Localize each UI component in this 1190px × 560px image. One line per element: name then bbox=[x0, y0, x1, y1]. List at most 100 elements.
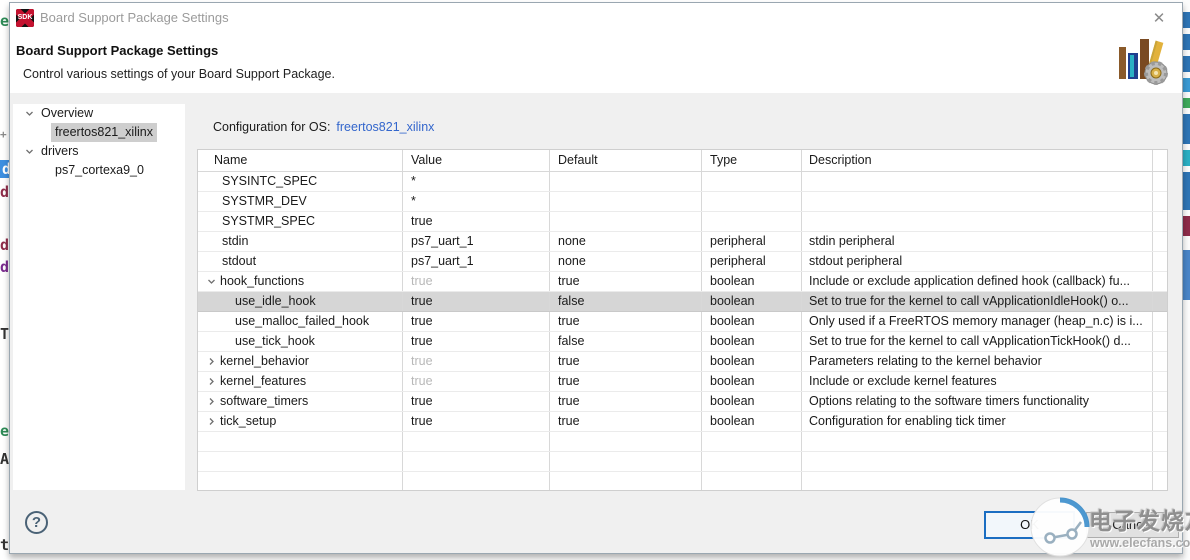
screen: e + d d d d T e A t SDK Board Support Pa… bbox=[0, 0, 1190, 560]
table-cell bbox=[802, 452, 1153, 471]
table-row-stdin[interactable]: stdinps7_uart_1noneperipheralstdin perip… bbox=[198, 232, 1167, 252]
table-cell: Configuration for enabling tick timer bbox=[802, 412, 1153, 431]
table-cell: Include or exclude kernel features bbox=[802, 372, 1153, 391]
table-cell bbox=[550, 472, 702, 491]
table-cell: boolean bbox=[702, 352, 802, 371]
table-cell bbox=[1153, 212, 1167, 231]
table-cell: true bbox=[550, 412, 702, 431]
chevron-right-icon[interactable] bbox=[207, 397, 220, 406]
table-cell bbox=[550, 212, 702, 231]
table-row-SYSINTC_SPEC[interactable]: SYSINTC_SPEC* bbox=[198, 172, 1167, 192]
table-cell: boolean bbox=[702, 372, 802, 391]
chevron-down-icon[interactable] bbox=[207, 277, 220, 286]
table-row-use_idle_hook[interactable]: use_idle_hooktruefalsebooleanSet to true… bbox=[198, 292, 1167, 312]
table-row-kernel_behavior[interactable]: kernel_behaviortruetruebooleanParameters… bbox=[198, 352, 1167, 372]
page-title: Board Support Package Settings bbox=[16, 43, 218, 58]
table-cell: Set to true for the kernel to call vAppl… bbox=[802, 292, 1153, 311]
table-row-SYSTMR_DEV[interactable]: SYSTMR_DEV* bbox=[198, 192, 1167, 212]
table-cell: none bbox=[550, 252, 702, 271]
chevron-down-icon[interactable] bbox=[21, 147, 37, 156]
sidebar-item-freertos821_xilinx[interactable]: freertos821_xilinx bbox=[13, 123, 185, 142]
table-cell: boolean bbox=[702, 312, 802, 331]
close-icon[interactable]: ✕ bbox=[1148, 8, 1170, 30]
column-header-filler bbox=[1153, 150, 1167, 171]
settings-table: Name Value Default Type Description SYSI… bbox=[197, 149, 1168, 491]
chevron-right-icon[interactable] bbox=[207, 377, 220, 386]
table-cell bbox=[802, 432, 1153, 451]
setting-name-cell: SYSTMR_DEV bbox=[198, 192, 403, 211]
setting-name-cell: stdout bbox=[198, 252, 403, 271]
table-cell bbox=[1153, 172, 1167, 191]
chevron-down-icon[interactable] bbox=[21, 109, 37, 118]
help-button[interactable]: ? bbox=[25, 511, 48, 534]
table-cell bbox=[198, 432, 403, 451]
tree-item-label: Overview bbox=[37, 104, 97, 123]
table-cell: Options relating to the software timers … bbox=[802, 392, 1153, 411]
table-cell bbox=[1153, 272, 1167, 291]
table-cell: Include or exclude application defined h… bbox=[802, 272, 1153, 291]
table-row-use_tick_hook[interactable]: use_tick_hooktruefalsebooleanSet to true… bbox=[198, 332, 1167, 352]
table-cell: Parameters relating to the kernel behavi… bbox=[802, 352, 1153, 371]
chevron-right-icon[interactable] bbox=[207, 417, 220, 426]
ok-button[interactable]: OK bbox=[984, 511, 1075, 539]
table-row-software_timers[interactable]: software_timerstruetruebooleanOptions re… bbox=[198, 392, 1167, 412]
table-cell bbox=[1153, 312, 1167, 331]
table-cell bbox=[550, 172, 702, 191]
table-cell bbox=[1153, 452, 1167, 471]
table-cell bbox=[802, 192, 1153, 211]
background-right-strip bbox=[1182, 0, 1190, 560]
table-row-kernel_features[interactable]: kernel_featurestruetruebooleanInclude or… bbox=[198, 372, 1167, 392]
title-bar[interactable]: SDK Board Support Package Settings ✕ bbox=[10, 3, 1182, 33]
setting-name-cell: SYSTMR_SPEC bbox=[198, 212, 403, 231]
tree-item-label: freertos821_xilinx bbox=[51, 123, 157, 142]
setting-name-cell: hook_functions bbox=[198, 272, 403, 291]
sidebar-item-ps7_cortexa9_0[interactable]: ps7_cortexa9_0 bbox=[13, 161, 185, 180]
table-cell: true bbox=[550, 352, 702, 371]
table-cell bbox=[550, 452, 702, 471]
os-link[interactable]: freertos821_xilinx bbox=[336, 120, 434, 134]
window-title: Board Support Package Settings bbox=[40, 10, 229, 25]
table-row-hook_functions[interactable]: hook_functionstruetruebooleanInclude or … bbox=[198, 272, 1167, 292]
tree-item-label: drivers bbox=[37, 142, 83, 161]
table-cell: true bbox=[403, 412, 550, 431]
table-cell bbox=[702, 212, 802, 231]
setting-name-cell: stdin bbox=[198, 232, 403, 251]
column-header-name[interactable]: Name bbox=[198, 150, 403, 171]
setting-name-cell: kernel_behavior bbox=[198, 352, 403, 371]
table-row-empty[interactable] bbox=[198, 432, 1167, 452]
table-row-SYSTMR_SPEC[interactable]: SYSTMR_SPECtrue bbox=[198, 212, 1167, 232]
sidebar-item-overview[interactable]: Overview bbox=[13, 104, 185, 123]
table-cell: true bbox=[550, 272, 702, 291]
column-header-description[interactable]: Description bbox=[802, 150, 1153, 171]
sdk-app-icon: SDK bbox=[16, 9, 34, 27]
cancel-button[interactable]: Cancel bbox=[1086, 512, 1179, 538]
table-row-tick_setup[interactable]: tick_setuptruetruebooleanConfiguration f… bbox=[198, 412, 1167, 432]
table-cell bbox=[403, 452, 550, 471]
column-header-value[interactable]: Value bbox=[403, 150, 550, 171]
setting-name-cell: tick_setup bbox=[198, 412, 403, 431]
table-cell bbox=[550, 192, 702, 211]
setting-name-cell: kernel_features bbox=[198, 372, 403, 391]
table-cell: true bbox=[550, 392, 702, 411]
table-row-use_malloc_failed_hook[interactable]: use_malloc_failed_hooktruetruebooleanOnl… bbox=[198, 312, 1167, 332]
setting-name-cell: use_tick_hook bbox=[198, 332, 403, 351]
setting-name-cell: use_malloc_failed_hook bbox=[198, 312, 403, 331]
chevron-right-icon[interactable] bbox=[207, 357, 220, 366]
column-header-type[interactable]: Type bbox=[702, 150, 802, 171]
sidebar-item-drivers[interactable]: drivers bbox=[13, 142, 185, 161]
table-cell bbox=[1153, 332, 1167, 351]
table-cell: false bbox=[550, 292, 702, 311]
table-cell bbox=[1153, 192, 1167, 211]
table-row-stdout[interactable]: stdoutps7_uart_1noneperipheralstdout per… bbox=[198, 252, 1167, 272]
table-cell: Set to true for the kernel to call vAppl… bbox=[802, 332, 1153, 351]
table-row-empty[interactable] bbox=[198, 472, 1167, 491]
table-row-empty[interactable] bbox=[198, 452, 1167, 472]
column-header-default[interactable]: Default bbox=[550, 150, 702, 171]
table-cell: true bbox=[403, 392, 550, 411]
table-cell: boolean bbox=[702, 412, 802, 431]
table-cell bbox=[403, 432, 550, 451]
table-cell bbox=[403, 472, 550, 491]
table-cell bbox=[198, 452, 403, 471]
table-cell: ps7_uart_1 bbox=[403, 252, 550, 271]
table-cell: stdin peripheral bbox=[802, 232, 1153, 251]
